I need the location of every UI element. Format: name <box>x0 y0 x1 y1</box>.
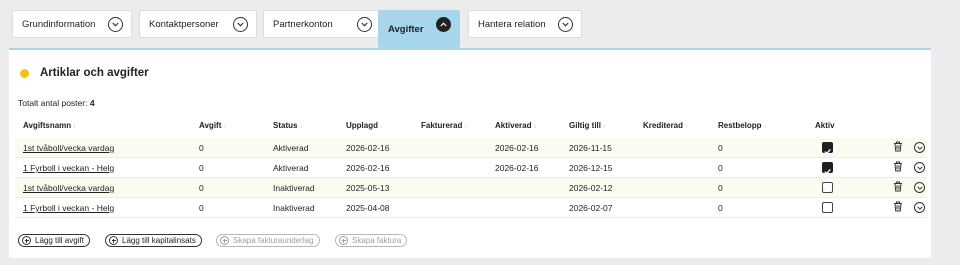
fee-name-link[interactable]: 1st tvåboll/vecka vardag <box>23 143 114 153</box>
tab-grundinformation[interactable]: Grundinformation <box>12 10 132 38</box>
fee-valid-until: 2026-02-07 <box>569 203 613 213</box>
sort-icon: ↕ <box>380 124 383 130</box>
fee-valid-until: 2026-12-15 <box>569 163 613 173</box>
column-header-aktiverad[interactable]: Aktiverad ↕ <box>495 121 536 130</box>
fee-activated-date: 2026-02-16 <box>495 163 539 173</box>
chevron-down-icon[interactable] <box>914 182 925 193</box>
fee-valid-until: 2026-02-12 <box>569 183 613 193</box>
chevron-down-icon[interactable] <box>914 142 925 153</box>
sort-icon: ↕ <box>73 124 77 130</box>
active-checkbox[interactable] <box>822 162 833 175</box>
tab-hantera-relation[interactable]: Hantera relation <box>468 10 582 38</box>
sort-icon: ↕ <box>223 124 227 130</box>
total-label: Totalt antal poster: <box>18 98 88 108</box>
active-checkbox[interactable] <box>822 182 833 193</box>
fee-amount: 0 <box>199 183 204 193</box>
column-header-status[interactable]: Status ↕ <box>273 121 302 130</box>
tab-partnerkonton[interactable]: Partnerkonton <box>263 10 381 38</box>
column-header-aktiv: Aktiv <box>815 121 835 130</box>
chevron-down-icon[interactable] <box>357 17 372 32</box>
active-checkbox[interactable] <box>822 142 833 155</box>
panel-title: Artiklar och avgifter <box>40 67 149 79</box>
sort-icon: ↕ <box>763 124 767 130</box>
fee-remaining: 0 <box>718 163 723 173</box>
column-header-avgift[interactable]: Avgift ↕ <box>199 121 226 130</box>
chevron-down-icon[interactable] <box>914 162 925 173</box>
fee-created-date: 2026-02-16 <box>346 163 390 173</box>
tab-label: Hantera relation <box>478 18 546 30</box>
chevron-down-icon[interactable] <box>914 202 925 213</box>
chevron-down-icon[interactable] <box>233 17 248 32</box>
tab-kontaktpersoner[interactable]: Kontaktpersoner <box>139 10 257 38</box>
tab-label: Avgifter <box>388 23 424 35</box>
create-invoice-button[interactable]: Skapa faktura <box>335 234 408 247</box>
plus-circle-icon <box>22 236 31 245</box>
plus-circle-icon <box>339 236 348 245</box>
add-fee-button[interactable]: Lägg till avgift <box>18 234 90 247</box>
fee-created-date: 2026-02-16 <box>346 143 390 153</box>
fee-created-date: 2025-05-13 <box>346 183 390 193</box>
tab-label: Kontaktpersoner <box>149 18 219 30</box>
status-dot <box>20 69 29 78</box>
tab-label: Partnerkonton <box>273 18 333 30</box>
fees-panel: Artiklar och avgifter Totalt antal poste… <box>9 48 931 258</box>
fee-created-date: 2025-04-08 <box>346 203 390 213</box>
fee-name-link[interactable]: 1 Fyrboll i veckan - Helg <box>23 163 114 173</box>
sort-icon: ↕ <box>603 124 606 130</box>
sort-icon: ↕ <box>464 124 468 130</box>
fee-amount: 0 <box>199 203 204 213</box>
fee-name-link[interactable]: 1 Fyrboll i veckan - Helg <box>23 203 114 213</box>
trash-icon[interactable] <box>893 159 903 177</box>
column-header-avgiftsnamn[interactable]: Avgiftsnamn ↕ <box>23 121 76 130</box>
total-count: 4 <box>89 98 95 108</box>
fee-remaining: 0 <box>718 203 723 213</box>
total-records: Totalt antal poster: 4 <box>18 98 95 108</box>
chevron-down-icon[interactable] <box>558 17 573 32</box>
column-header-giltig-till[interactable]: Giltig till ↕ <box>569 121 606 130</box>
plus-circle-icon <box>109 236 118 245</box>
sort-icon: ↕ <box>299 124 303 130</box>
fee-status: Aktiverad <box>273 143 309 153</box>
table-row: 1 Fyrboll i veckan - Helg 0 Aktiverad 20… <box>15 158 927 178</box>
chevron-up-icon[interactable] <box>436 17 451 32</box>
table-row: 1 Fyrboll i veckan - Helg 0 Inaktiverad … <box>15 198 927 218</box>
trash-icon[interactable] <box>893 199 903 217</box>
fee-amount: 0 <box>199 143 204 153</box>
sort-icon: ↕ <box>685 124 689 130</box>
trash-icon[interactable] <box>893 179 903 197</box>
create-invoice-basis-button[interactable]: Skapa fakturaunderlag <box>216 234 320 247</box>
fee-remaining: 0 <box>718 183 723 193</box>
column-header-fakturerad[interactable]: Fakturerad ↕ <box>421 121 467 130</box>
fee-status: Inaktiverad <box>273 183 315 193</box>
tab-label: Grundinformation <box>22 18 96 30</box>
tab-avgifter[interactable]: Avgifter <box>378 10 460 48</box>
fee-amount: 0 <box>199 163 204 173</box>
fee-remaining: 0 <box>718 143 723 153</box>
add-capital-contribution-button[interactable]: Lägg till kapitalinsats <box>105 234 202 247</box>
chevron-down-icon[interactable] <box>108 17 123 32</box>
column-header-upplagd[interactable]: Upplagd ↕ <box>346 121 383 130</box>
fee-activated-date: 2026-02-16 <box>495 143 539 153</box>
fee-name-link[interactable]: 1st tvåboll/vecka vardag <box>23 183 114 193</box>
table-row: 1st tvåboll/vecka vardag 0 Inaktiverad 2… <box>15 178 927 198</box>
fee-status: Aktiverad <box>273 163 309 173</box>
trash-icon[interactable] <box>893 139 903 157</box>
fee-status: Inaktiverad <box>273 203 315 213</box>
fee-valid-until: 2026-11-15 <box>569 143 612 153</box>
plus-circle-icon <box>220 236 229 245</box>
active-checkbox[interactable] <box>822 202 833 213</box>
sort-icon: ↕ <box>533 124 537 130</box>
table-row: 1st tvåboll/vecka vardag 0 Aktiverad 202… <box>15 138 927 158</box>
column-header-restbelopp[interactable]: Restbelopp ↕ <box>718 121 767 130</box>
column-header-krediterad[interactable]: Krediterad ↕ <box>643 121 688 130</box>
